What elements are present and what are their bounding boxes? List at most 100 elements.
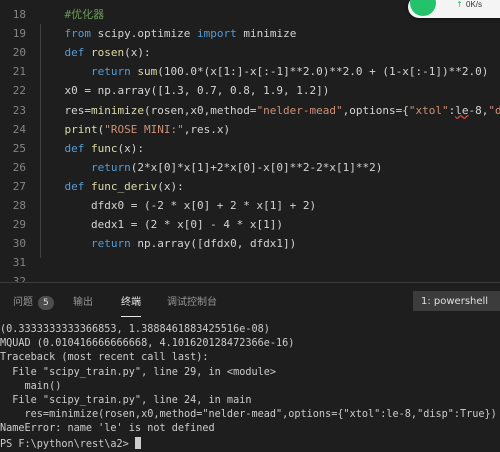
code-token: res= — [38, 103, 91, 117]
line-number: 25 — [12, 141, 26, 155]
code-line[interactable]: 20 def rosen(x): — [0, 43, 500, 62]
line-number: 23 — [12, 103, 26, 117]
terminal-line: File "scipy_train.py", line 29, in <modu… — [0, 366, 276, 380]
network-speed: 0K/s — [466, 0, 483, 9]
code-line[interactable]: 32 — [0, 272, 500, 282]
code-line[interactable]: 26 return(2*x[0]*x[1]+2*x[0]-x[0]**2-2*x… — [0, 158, 500, 177]
code-token: rosen — [91, 46, 125, 60]
terminal-line-text: main() — [0, 380, 62, 392]
terminal-line-text: PS F:\python\rest\a2> — [0, 438, 135, 450]
code-token: dedx1 = (2 * x[0] - 4 * x[1]) — [38, 218, 284, 232]
code-token: import — [196, 27, 237, 41]
code-text: dedx1 = (2 * x[0] - 4 * x[1]) — [38, 215, 283, 234]
line-number: 20 — [12, 46, 26, 60]
tab-debug-console[interactable]: 调试控制台 — [167, 293, 217, 308]
terminal-line-text: MQUAD (0.010416666666668, 4.101620128472… — [0, 338, 295, 350]
code-token: "ROSE MINI:" — [104, 122, 184, 136]
bottom-panel: 问题 5 输出 终端 调试控制台 1: powershell (0.3333333… — [0, 282, 500, 450]
code-token: (x): — [117, 141, 145, 155]
code-token: (2*x[0]*x[1]+2*x[0]-x[0]**2-2*x[1]**2) — [130, 160, 383, 174]
code-token: def — [64, 46, 85, 60]
line-number: 26 — [12, 160, 26, 174]
terminal-selector[interactable]: 1: powershell — [413, 291, 500, 311]
code-line[interactable]: 28 dfdx0 = (-2 * x[0] + 2 * x[1] + 2) — [0, 196, 500, 215]
line-number: 21 — [12, 65, 26, 79]
code-token: print — [64, 122, 98, 136]
line-number: 31 — [12, 256, 26, 270]
code-token: x0 = np.array([1.3, 0.7, 0.8, 1.9, 1.2]) — [38, 84, 330, 98]
code-line[interactable]: 31 — [0, 253, 500, 272]
code-text: print("ROSE MINI:",res.x) — [38, 120, 231, 139]
code-token: def — [64, 179, 85, 193]
terminal-line-text: NameError: name 'le' is not defined — [0, 423, 215, 435]
code-token: (100.0*(x[1:]-x[:-1]**2.0)**2.0 + (1-x[:… — [157, 65, 489, 79]
code-text: return(2*x[0]*x[1]+2*x[0]-x[0]**2-2*x[1]… — [38, 158, 382, 177]
indent-guide — [40, 234, 41, 258]
terminal-line-text: File "scipy_train.py", line 29, in <modu… — [0, 366, 277, 378]
code-text: def func(x): — [38, 139, 145, 158]
code-text: return sum(100.0*(x[1:]-x[:-1]**2.0)**2.… — [38, 62, 488, 81]
code-token: sum — [137, 65, 158, 79]
code-line[interactable]: 23 res=minimize(rosen,x0,method="nelder-… — [0, 101, 500, 120]
code-token: "nelder-mead" — [256, 103, 343, 117]
line-number: 27 — [12, 179, 26, 193]
network-speed-widget[interactable]: ↑ 0K/s — [408, 0, 500, 18]
terminal-line: NameError: name 'le' is not defined — [0, 422, 215, 436]
terminal-selector-value: 1: powershell — [421, 296, 489, 307]
tab-debug-console-label: 调试控制台 — [167, 297, 217, 308]
indent-guide — [40, 24, 41, 254]
code-text: def rosen(x): — [38, 43, 151, 62]
tab-terminal[interactable]: 终端 — [121, 293, 141, 317]
code-token: np.array([dfdx0, dfdx1]) — [130, 237, 297, 251]
code-line[interactable]: 25 def func(x): — [0, 139, 500, 158]
code-line[interactable]: 29 dedx1 = (2 * x[0] - 4 * x[1]) — [0, 215, 500, 234]
code-token: return — [90, 160, 131, 174]
code-token: minimize — [90, 103, 144, 117]
code-line[interactable]: 21 return sum(100.0*(x[1:]-x[:-1]**2.0)*… — [0, 62, 500, 81]
code-token: (x): — [124, 46, 151, 60]
code-line[interactable]: 24 print("ROSE MINI:",res.x) — [0, 120, 500, 139]
code-token: return — [90, 65, 131, 79]
tab-problems[interactable]: 问题 5 — [13, 293, 54, 310]
terminal-cursor — [134, 436, 141, 449]
code-line[interactable]: 19 from scipy.optimize import minimize — [0, 24, 500, 43]
code-text: res=minimize(rosen,x0,method="nelder-mea… — [38, 101, 500, 120]
problems-count-badge: 5 — [38, 296, 54, 310]
code-token: le — [455, 103, 469, 117]
terminal-line-text: File "scipy_train.py", line 24, in main — [0, 395, 252, 406]
tab-output-label: 输出 — [73, 297, 93, 308]
line-number: 22 — [12, 84, 26, 98]
code-token: minimize — [236, 27, 297, 41]
code-text: dfdx0 = (-2 * x[0] + 2 * x[1] + 2) — [38, 196, 316, 215]
code-line[interactable]: 22 x0 = np.array([1.3, 0.7, 0.8, 1.9, 1.… — [0, 81, 500, 100]
code-token: "xtol" — [408, 103, 449, 117]
terminal-line: MQUAD (0.010416666666668, 4.101620128472… — [0, 337, 294, 351]
upload-arrow-icon: ↑ — [456, 0, 463, 9]
terminal-line-text: res=minimize(rosen,x0,method="nelder-mea… — [0, 409, 497, 421]
line-number: 30 — [12, 237, 26, 251]
panel-tabs: 问题 5 输出 终端 调试控制台 1: powershell — [0, 283, 500, 317]
line-number: 28 — [12, 199, 26, 212]
code-editor[interactable]: 18 #优化器 19 from scipy.optimize import min… — [0, 0, 500, 282]
terminal-line: (0.3333333333366853, 1.3888461883425516e… — [0, 323, 270, 337]
code-line[interactable]: 27 def func_deriv(x): — [0, 177, 500, 196]
code-token: ,res.x) — [183, 122, 231, 136]
code-line[interactable]: 30 return np.array([dfdx0, dfdx1]) — [0, 234, 500, 253]
code-text: from scipy.optimize import minimize — [38, 24, 297, 43]
code-token: ,options={ — [342, 103, 409, 117]
code-token: def — [64, 141, 85, 155]
tab-output[interactable]: 输出 — [73, 293, 93, 308]
code-token: (x): — [157, 179, 184, 193]
terminal-line: main() — [0, 380, 62, 394]
code-token: dfdx0 = (-2 * x[0] + 2 * x[1] + 2) — [38, 199, 317, 212]
